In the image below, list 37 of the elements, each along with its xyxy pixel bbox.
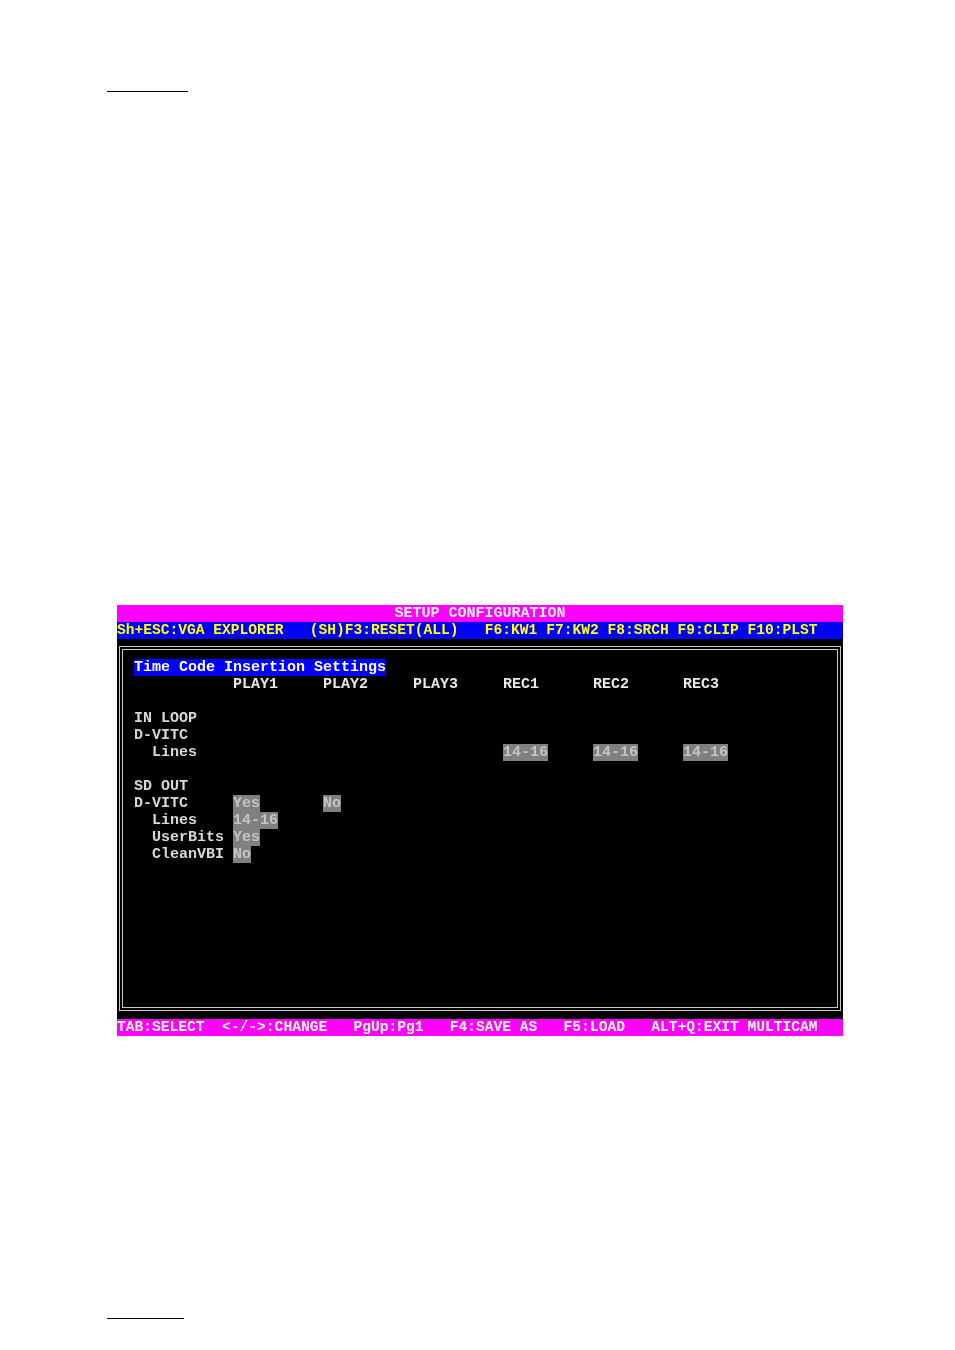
function-key-hint: F9:CLIP: [677, 622, 739, 638]
function-key-hint: F10:PLST: [747, 622, 818, 638]
section-heading: IN LOOP: [134, 710, 197, 727]
function-key-hint: F8:SRCH: [607, 622, 669, 638]
function-key-hint: Sh+ESC:VGA EXPLORER: [117, 622, 284, 638]
section-heading: SD OUT: [134, 778, 188, 795]
column-header: PLAY2: [323, 676, 370, 693]
column-header: PLAY1: [233, 676, 280, 693]
setting-value[interactable]: Yes: [233, 795, 261, 812]
setting-value[interactable]: 14-16: [503, 744, 549, 761]
key-hint: <-/->:CHANGE: [222, 1019, 328, 1035]
setting-value[interactable]: No: [233, 846, 252, 863]
column-header: REC2: [593, 676, 631, 693]
setting-label: UserBits: [152, 829, 224, 846]
setting-label: Lines: [152, 744, 197, 761]
setting-label: CleanVBI: [152, 846, 224, 863]
function-key-hint: (SH)F3:RESET(ALL): [309, 622, 459, 638]
key-hint: TAB:SELECT: [117, 1019, 205, 1035]
screen-title: SETUP CONFIGURATION: [394, 605, 566, 622]
setting-label: D-VITC: [134, 727, 188, 744]
key-hint: F4:SAVE AS: [449, 1019, 538, 1035]
column-header: PLAY3: [413, 676, 460, 693]
setting-label: Lines: [152, 812, 197, 829]
column-header: REC1: [503, 676, 541, 693]
setting-value[interactable]: 14-16: [233, 812, 279, 829]
setting-value[interactable]: 14-16: [683, 744, 729, 761]
function-key-hint: F6:KW1: [484, 622, 538, 638]
setting-value[interactable]: 14-16: [593, 744, 639, 761]
column-header: REC3: [683, 676, 721, 693]
panel-title: Time Code Insertion Settings: [134, 659, 387, 676]
key-hint: F5:LOAD: [563, 1019, 625, 1035]
setting-value[interactable]: No: [323, 795, 342, 812]
function-key-hint: F7:KW2: [546, 622, 599, 638]
setting-value[interactable]: Yes: [233, 829, 261, 846]
key-hint: PgUp:Pg1: [353, 1019, 424, 1035]
setting-label: D-VITC: [134, 795, 188, 812]
key-hint: ALT+Q:EXIT MULTICAM: [651, 1019, 818, 1035]
